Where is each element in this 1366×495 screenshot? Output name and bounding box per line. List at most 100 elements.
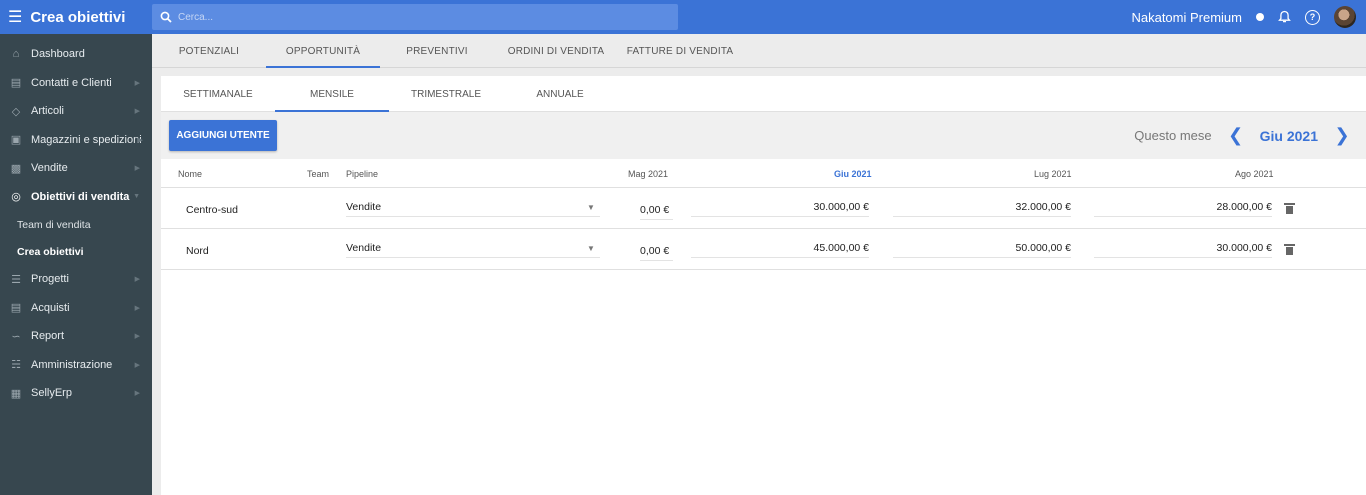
app-header: ☰ Crea obiettivi <box>0 7 152 27</box>
sidebar-item-label: SellyErp <box>31 387 72 400</box>
sidebar-item-sellyerp[interactable]: ▦ SellyErp ▶ <box>0 379 152 408</box>
target-jul-input[interactable]: 50.000,00 € <box>893 242 1071 258</box>
sidebar-item-vendite[interactable]: ▩ Vendite ▶ <box>0 154 152 183</box>
pipeline-select[interactable]: Vendite <box>346 201 600 217</box>
column-header-nome: Nome <box>178 169 203 179</box>
document-icon: ▤ <box>10 302 22 315</box>
row-name: Nord <box>186 245 209 257</box>
sidebar-item-label: Dashboard <box>31 48 85 61</box>
tab-settimanale[interactable]: SETTIMANALE <box>161 76 275 112</box>
pipeline-select[interactable]: Vendite <box>346 242 600 258</box>
chevron-right-icon[interactable]: ❯ <box>1334 125 1350 146</box>
sidebar-item-label: Progetti <box>31 273 69 286</box>
period-tabs: SETTIMANALE MENSILE TRIMESTRALE ANNUALE <box>161 76 1366 112</box>
chevron-right-icon: ▶ <box>137 136 143 144</box>
column-header-mag: Mag 2021 <box>628 169 669 179</box>
help-icon[interactable]: ? <box>1305 9 1320 25</box>
sidebar-item-label: Acquisti <box>31 301 70 314</box>
dropdown-arrow-icon[interactable]: ▼ <box>587 203 595 212</box>
column-header-pipeline: Pipeline <box>346 169 379 179</box>
sidebar-item-report[interactable]: ∽ Report ▶ <box>0 322 152 351</box>
table-row: Centro-sud Vendite ▼ 0,00 € 30.000,00 € … <box>161 188 1366 229</box>
chevron-right-icon: ▶ <box>134 108 140 116</box>
tag-icon: ◇ <box>11 105 21 118</box>
top-bar-actions: Nakatomi Premium ? <box>1131 0 1356 34</box>
chevron-right-icon: ▶ <box>134 333 140 341</box>
sidebar-subitem-team-di-vendita[interactable]: Team di vendita <box>0 211 152 238</box>
table-row: Nord Vendite ▼ 0,00 € 45.000,00 € 50.000… <box>161 229 1366 270</box>
status-dot-icon <box>1256 13 1264 21</box>
truck-icon: ▣ <box>10 134 22 147</box>
target-aug-input[interactable]: 30.000,00 € <box>1094 242 1272 258</box>
sidebar-subitem-crea-obiettivi[interactable]: Crea obiettivi <box>0 238 152 265</box>
period-value: Giu 2021 <box>1259 127 1318 144</box>
column-header-giu: Giu 2021 <box>834 169 872 179</box>
add-user-button[interactable]: AGGIUNGI UTENTE <box>169 120 277 151</box>
trash-icon[interactable] <box>1284 203 1295 214</box>
bank-icon: ☵ <box>11 359 21 372</box>
search-input[interactable] <box>178 11 658 23</box>
sidebar-item-label: Contatti e Clienti <box>31 76 112 89</box>
sidebar-item-label: Vendite <box>31 162 68 175</box>
target-icon: ◎ <box>11 191 21 204</box>
chevron-right-icon: ▶ <box>134 304 140 312</box>
sidebar-item-label: Report <box>31 330 65 343</box>
column-header-lug: Lug 2021 <box>1034 169 1072 179</box>
target-aug-input[interactable]: 28.000,00 € <box>1094 201 1272 217</box>
target-may-input[interactable]: 0,00 € <box>640 204 673 220</box>
tab-potenziali[interactable]: POTENZIALI <box>152 34 266 68</box>
dropdown-arrow-icon[interactable]: ▼ <box>587 244 595 253</box>
sidebar-item-magazzini[interactable]: ▣ Magazzini e spedizioni ▶ <box>0 126 152 155</box>
sidebar: ⌂ Dashboard ▤ Contatti e Clienti ▶ ◇ Art… <box>0 34 152 495</box>
sidebar-item-articoli[interactable]: ◇ Articoli ▶ <box>0 97 152 126</box>
avatar[interactable] <box>1334 6 1356 28</box>
sidebar-item-label: Amministrazione <box>31 358 113 371</box>
toolbar: AGGIUNGI UTENTE Questo mese ❮ Giu 2021 ❯ <box>161 112 1366 159</box>
sidebar-item-amministrazione[interactable]: ☵ Amministrazione ▶ <box>0 351 152 380</box>
bell-icon[interactable] <box>1278 10 1291 24</box>
chevron-left-icon[interactable]: ❮ <box>1228 125 1244 146</box>
row-name: Centro-sud <box>186 204 238 216</box>
tab-mensile[interactable]: MENSILE <box>275 76 389 112</box>
building-icon: ▦ <box>10 387 22 400</box>
hamburger-menu-icon[interactable]: ☰ <box>8 7 22 27</box>
tab-preventivi[interactable]: PREVENTIVI <box>380 34 494 68</box>
tab-opportunita[interactable]: OPPORTUNITÀ <box>266 34 380 68</box>
target-may-input[interactable]: 0,00 € <box>640 245 673 261</box>
sidebar-item-label: Obiettivi di vendita <box>31 190 130 203</box>
sidebar-item-contatti[interactable]: ▤ Contatti e Clienti ▶ <box>0 69 152 98</box>
chevron-right-icon: ▶ <box>134 79 140 87</box>
target-jun-input[interactable]: 45.000,00 € <box>691 242 869 258</box>
projects-icon: ☰ <box>11 273 21 286</box>
sidebar-item-progetti[interactable]: ☰ Progetti ▶ <box>0 265 152 294</box>
tab-annuale[interactable]: ANNUALE <box>503 76 617 112</box>
account-name[interactable]: Nakatomi Premium <box>1131 10 1242 25</box>
search-icon <box>160 11 172 23</box>
contacts-icon: ▤ <box>10 77 22 90</box>
chart-icon: ∽ <box>11 330 21 343</box>
tab-fatture-di-vendita[interactable]: FATTURE DI VENDITA <box>618 34 742 68</box>
target-jul-input[interactable]: 32.000,00 € <box>893 201 1071 217</box>
trash-icon[interactable] <box>1284 244 1295 255</box>
tab-trimestrale[interactable]: TRIMESTRALE <box>389 76 503 112</box>
column-header-ago: Ago 2021 <box>1235 169 1274 179</box>
search-bar[interactable] <box>152 4 678 30</box>
chevron-right-icon: ▶ <box>134 165 140 173</box>
sidebar-item-label: Magazzini e spedizioni <box>31 133 142 146</box>
sidebar-item-obiettivi[interactable]: ◎ Obiettivi di vendita ▼ <box>0 183 152 212</box>
sidebar-item-acquisti[interactable]: ▤ Acquisti ▶ <box>0 294 152 323</box>
chevron-down-icon: ▼ <box>133 193 140 201</box>
target-jun-input[interactable]: 30.000,00 € <box>691 201 869 217</box>
period-selector: Questo mese ❮ Giu 2021 ❯ <box>1134 112 1350 159</box>
chevron-right-icon: ▶ <box>134 361 140 369</box>
main-tabs: POTENZIALI OPPORTUNITÀ PREVENTIVI ORDINI… <box>152 34 1366 68</box>
sidebar-item-dashboard[interactable]: ⌂ Dashboard <box>0 40 152 69</box>
column-header-team: Team <box>307 169 330 179</box>
tab-ordini-di-vendita[interactable]: ORDINI DI VENDITA <box>494 34 618 68</box>
content-card: SETTIMANALE MENSILE TRIMESTRALE ANNUALE … <box>161 76 1366 495</box>
home-icon: ⌂ <box>12 48 20 61</box>
chevron-right-icon: ▶ <box>134 276 140 284</box>
sidebar-item-label: Articoli <box>31 105 65 118</box>
chevron-right-icon: ▶ <box>134 390 140 398</box>
table-header: Nome Team Pipeline Mag 2021 Giu 2021 Lug… <box>161 159 1366 188</box>
